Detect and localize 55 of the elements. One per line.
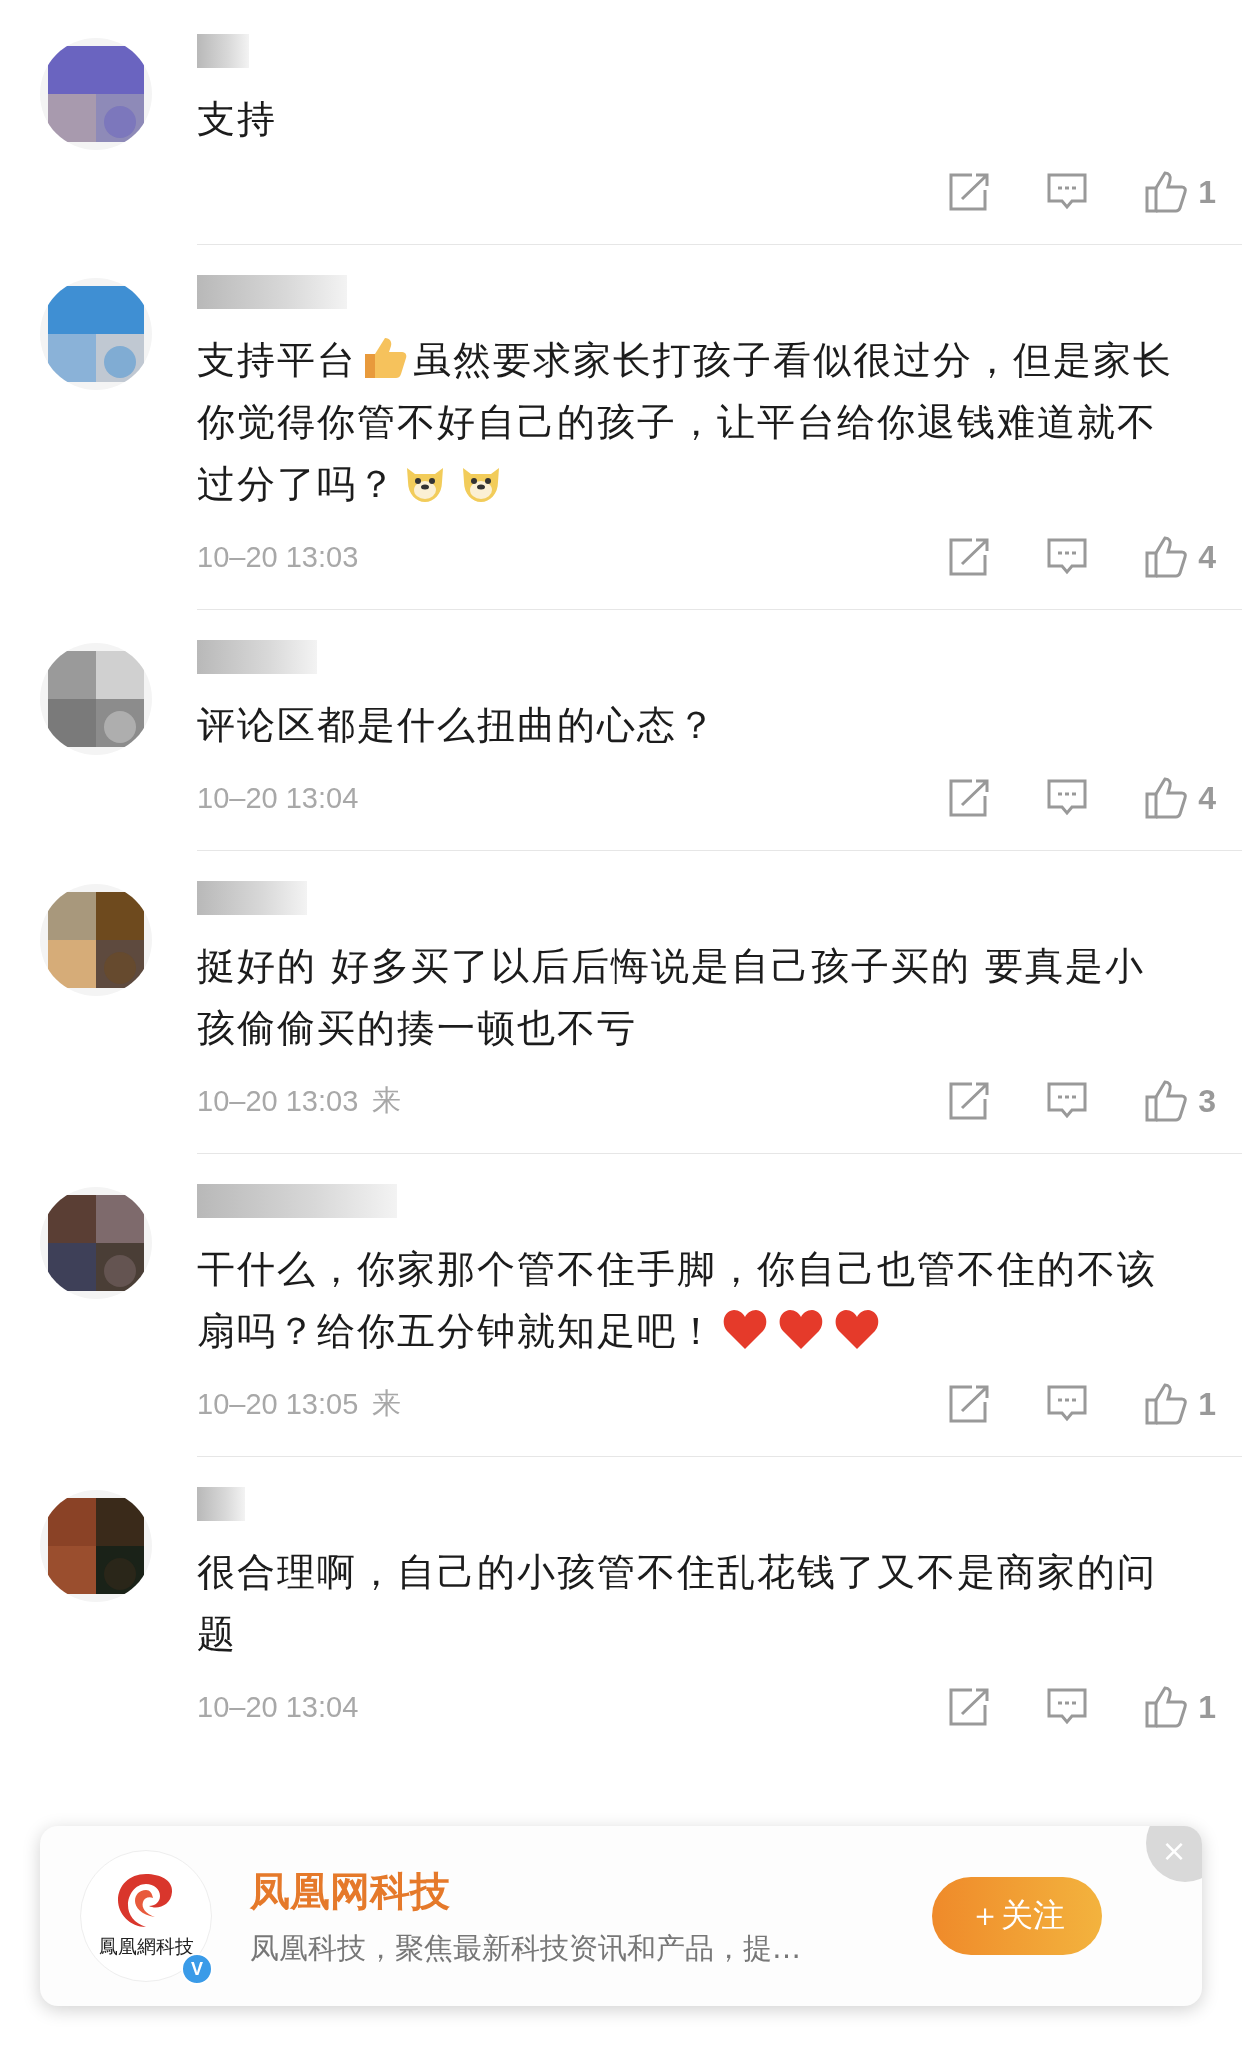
thumbs-up-icon: [1144, 1079, 1189, 1123]
timestamp: 10–20 13:04: [197, 1690, 359, 1724]
share-icon: [948, 172, 991, 212]
share-icon: [948, 1687, 991, 1727]
source-text: 来: [372, 1082, 402, 1119]
like-button[interactable]: 1: [1144, 1382, 1216, 1426]
comment-icon: [1046, 1081, 1089, 1121]
thumbs-up-icon: [1144, 170, 1189, 214]
timestamp: 10–20 13:03: [197, 1084, 359, 1118]
thumbs-up-icon: [1144, 1685, 1189, 1729]
like-button[interactable]: 4: [1144, 776, 1216, 820]
reply-button[interactable]: [1046, 1081, 1089, 1121]
reply-button[interactable]: [1046, 172, 1089, 212]
thumbs-up-icon: [1144, 776, 1189, 820]
reply-button[interactable]: [1046, 1687, 1089, 1727]
blurred-username: [197, 34, 249, 68]
account-name: 凤凰网科技: [250, 1866, 451, 1916]
reply-button[interactable]: [1046, 778, 1089, 818]
follow-button[interactable]: ＋关注: [932, 1877, 1102, 1955]
share-button[interactable]: [948, 172, 991, 212]
thumbs-up-icon: [1144, 1382, 1189, 1426]
like-button[interactable]: 1: [1144, 170, 1216, 214]
share-button[interactable]: [948, 537, 991, 577]
reply-button[interactable]: [1046, 537, 1089, 577]
blurred-username: [197, 1487, 245, 1521]
share-button[interactable]: [948, 1384, 991, 1424]
timestamp: 10–20 13:03: [197, 540, 359, 574]
comment-text: 干什么，你家那个管不住手脚，你自己也管不住的不该扇吗？给你五分钟就知足吧！: [197, 1246, 1158, 1355]
comment-text: 支持: [197, 96, 278, 143]
share-icon: [948, 1081, 991, 1121]
thumbs-up-icon: [1144, 535, 1189, 579]
share-icon: [948, 537, 991, 577]
reply-button[interactable]: [1046, 1384, 1089, 1424]
share-icon: [948, 1384, 991, 1424]
source-text: 来: [372, 1385, 402, 1422]
comment-text: 很合理啊，自己的小孩管不住乱花钱了又不是商家的问题: [197, 1549, 1158, 1658]
share-button[interactable]: [948, 1081, 991, 1121]
like-button[interactable]: 3: [1144, 1079, 1216, 1123]
comment-text: 挺好的 好多买了以后后悔说是自己孩子买的 要真是小孩偷偷买的揍一顿也不亏: [197, 943, 1147, 1052]
account-description: 凤凰科技，聚焦最新科技资讯和产品，提…: [250, 1929, 802, 1967]
account-logo: 鳳凰網科技 V: [80, 1850, 212, 1982]
share-icon: [948, 778, 991, 818]
like-button[interactable]: 4: [1144, 535, 1216, 579]
timestamp: 10–20 13:05: [197, 1387, 359, 1421]
comment-icon: [1046, 537, 1089, 577]
comment-text: 支持平台 虽然要求家长打孩子看似很过分，但是家长你觉得你管不好自己的孩子，让平台给你退钱难道就不过分了吗？: [197, 329, 1216, 515]
comment-text: 评论区都是什么扭曲的心态？: [197, 702, 718, 749]
comment-icon: [1046, 1687, 1089, 1727]
like-button[interactable]: 1: [1144, 1685, 1216, 1729]
comment-icon: [1046, 1384, 1089, 1424]
comment-icon: [1046, 778, 1089, 818]
comment-icon: [1046, 172, 1089, 212]
share-button[interactable]: [948, 778, 991, 818]
share-button[interactable]: [948, 1687, 991, 1727]
timestamp: 10–20 13:04: [197, 781, 359, 815]
